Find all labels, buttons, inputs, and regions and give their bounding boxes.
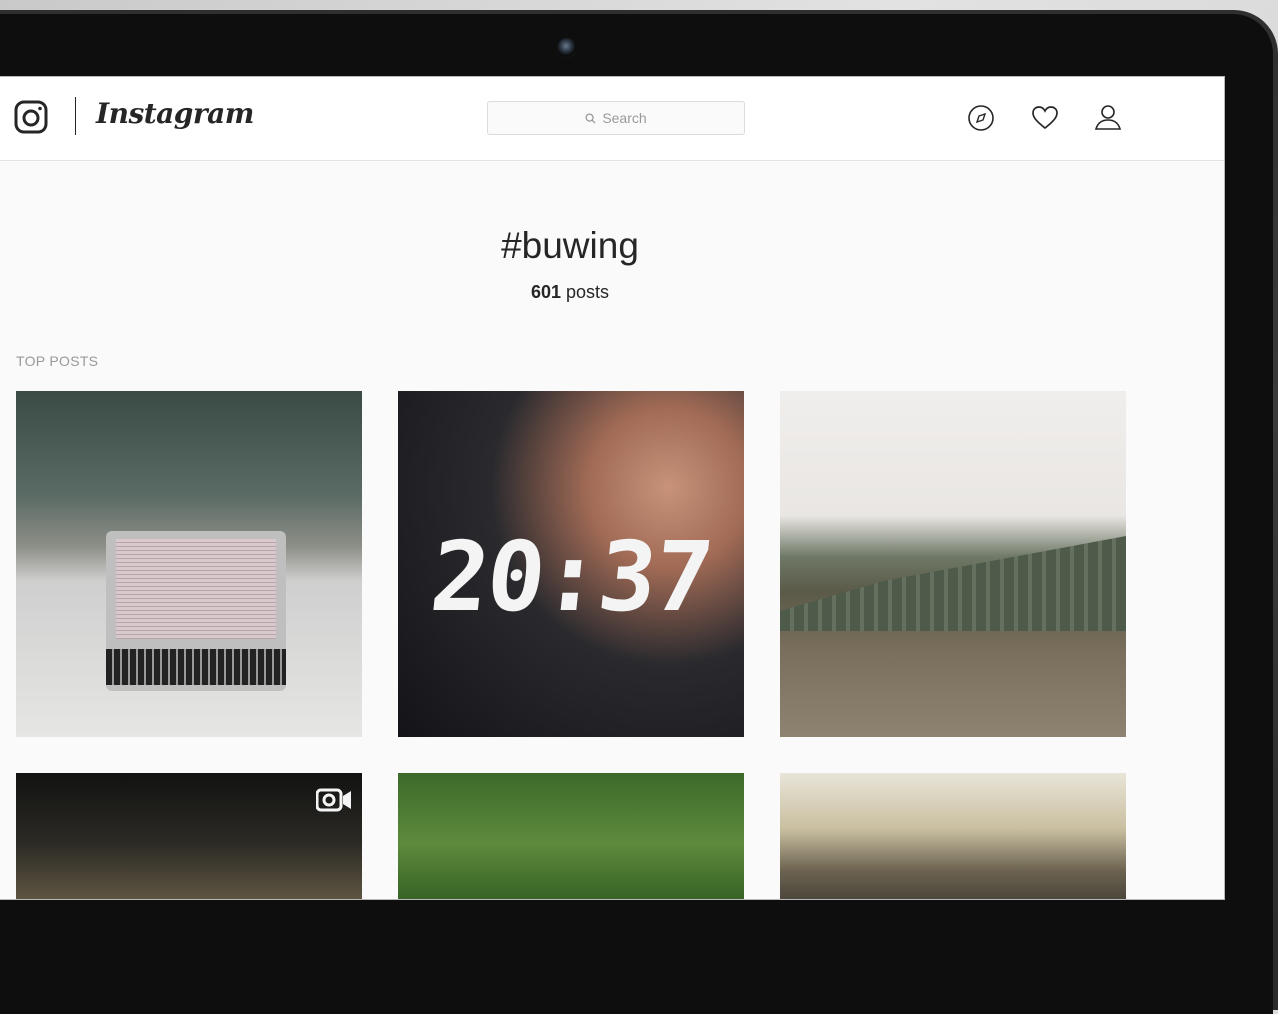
post-tile[interactable]	[398, 773, 744, 899]
post-tile[interactable]: 20:37	[398, 391, 744, 737]
post-count-number: 601	[530, 282, 561, 302]
instagram-wordmark[interactable]: Instagram	[96, 97, 254, 130]
laptop-photo-element	[106, 531, 286, 691]
top-navbar: Instagram Search	[0, 77, 1224, 161]
browser-viewport: Instagram Search #buwing 601 posts TOP P…	[0, 76, 1225, 900]
building-photo-element	[780, 536, 1126, 631]
logo-divider	[75, 97, 76, 135]
search-placeholder: Search	[602, 110, 647, 126]
video-icon	[316, 788, 351, 812]
heart-icon[interactable]	[1030, 103, 1060, 133]
search-input[interactable]: Search	[487, 101, 745, 135]
post-tile[interactable]	[780, 391, 1126, 737]
compass-icon[interactable]	[966, 103, 996, 133]
laptop-screen	[116, 539, 276, 639]
post-count: 601 posts	[0, 282, 1140, 303]
post-tile[interactable]	[16, 773, 362, 899]
top-posts-label: TOP POSTS	[16, 353, 99, 369]
clock-overlay-text: 20:37	[425, 521, 717, 633]
post-count-suffix: posts	[566, 282, 610, 302]
laptop-keyboard	[106, 649, 286, 685]
webcam	[557, 38, 577, 58]
post-tile[interactable]	[780, 773, 1126, 899]
profile-icon[interactable]	[1093, 103, 1123, 133]
search-icon	[585, 112, 596, 124]
post-tile[interactable]	[16, 391, 362, 737]
instagram-camera-icon[interactable]	[14, 100, 48, 134]
hashtag-title: #buwing	[501, 225, 639, 266]
